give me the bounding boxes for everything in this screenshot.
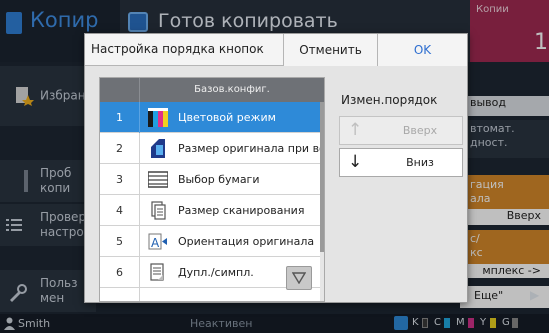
svg-text:A: A: [151, 236, 160, 250]
list-item[interactable]: 5 A Ориентация оригинала: [100, 226, 324, 257]
row-label: Размер сканирования: [178, 204, 305, 217]
dialog-title: Настройка порядка кнопок: [91, 42, 264, 56]
row-number: 4: [100, 195, 140, 226]
list-item[interactable]: 1 Цветовой режим: [100, 102, 324, 133]
list-item[interactable]: 4 Размер сканирования: [100, 195, 324, 226]
row-number: [100, 288, 140, 301]
move-down-label: Вниз: [406, 156, 434, 169]
row-label: Размер оригинала при вос: [178, 142, 325, 155]
scroll-down-button[interactable]: [286, 266, 312, 290]
row-number: 2: [100, 133, 140, 164]
triangle-down-icon: [292, 272, 306, 284]
original-size-icon: [151, 139, 165, 158]
row-number: 5: [100, 226, 140, 257]
list-item[interactable]: [100, 288, 324, 301]
list-item[interactable]: 2 Размер оригинала при вос: [100, 133, 324, 164]
ok-button[interactable]: OK: [377, 34, 467, 66]
move-up-button[interactable]: ↑ Вверх: [339, 116, 463, 145]
row-label: Цветовой режим: [178, 111, 276, 124]
row-label: Дупл./симпл.: [178, 266, 254, 279]
row-number: 3: [100, 164, 140, 195]
dialog-header: Настройка порядка кнопок Отменить OK: [85, 34, 467, 66]
arrow-down-icon: ↓: [348, 152, 363, 172]
row-label: Выбор бумаги: [178, 173, 260, 186]
move-up-label: Вверх: [402, 124, 438, 137]
row-number: 6: [100, 257, 140, 288]
paper-tray-icon: [148, 171, 168, 188]
scrollbar-thumb[interactable]: [320, 102, 324, 252]
color-mode-icon: [148, 108, 168, 127]
list-header-num: [100, 78, 140, 102]
duplex-icon: [150, 263, 164, 281]
list-item[interactable]: 3 Выбор бумаги: [100, 164, 324, 195]
button-order-dialog: Настройка порядка кнопок Отменить OK Баз…: [84, 33, 468, 303]
orientation-icon: A: [148, 233, 167, 250]
row-number: 1: [100, 102, 140, 133]
scan-size-icon: [151, 201, 166, 220]
list-header-label: Базов.конфиг.: [194, 84, 270, 95]
row-label: Ориентация оригинала: [178, 235, 315, 248]
list-header: Базов.конфиг.: [100, 78, 324, 102]
change-order-label: Измен.порядок: [341, 93, 438, 107]
cancel-button[interactable]: Отменить: [283, 34, 377, 66]
move-down-button[interactable]: ↓ Вниз: [339, 148, 463, 177]
arrow-up-icon: ↑: [348, 120, 363, 140]
